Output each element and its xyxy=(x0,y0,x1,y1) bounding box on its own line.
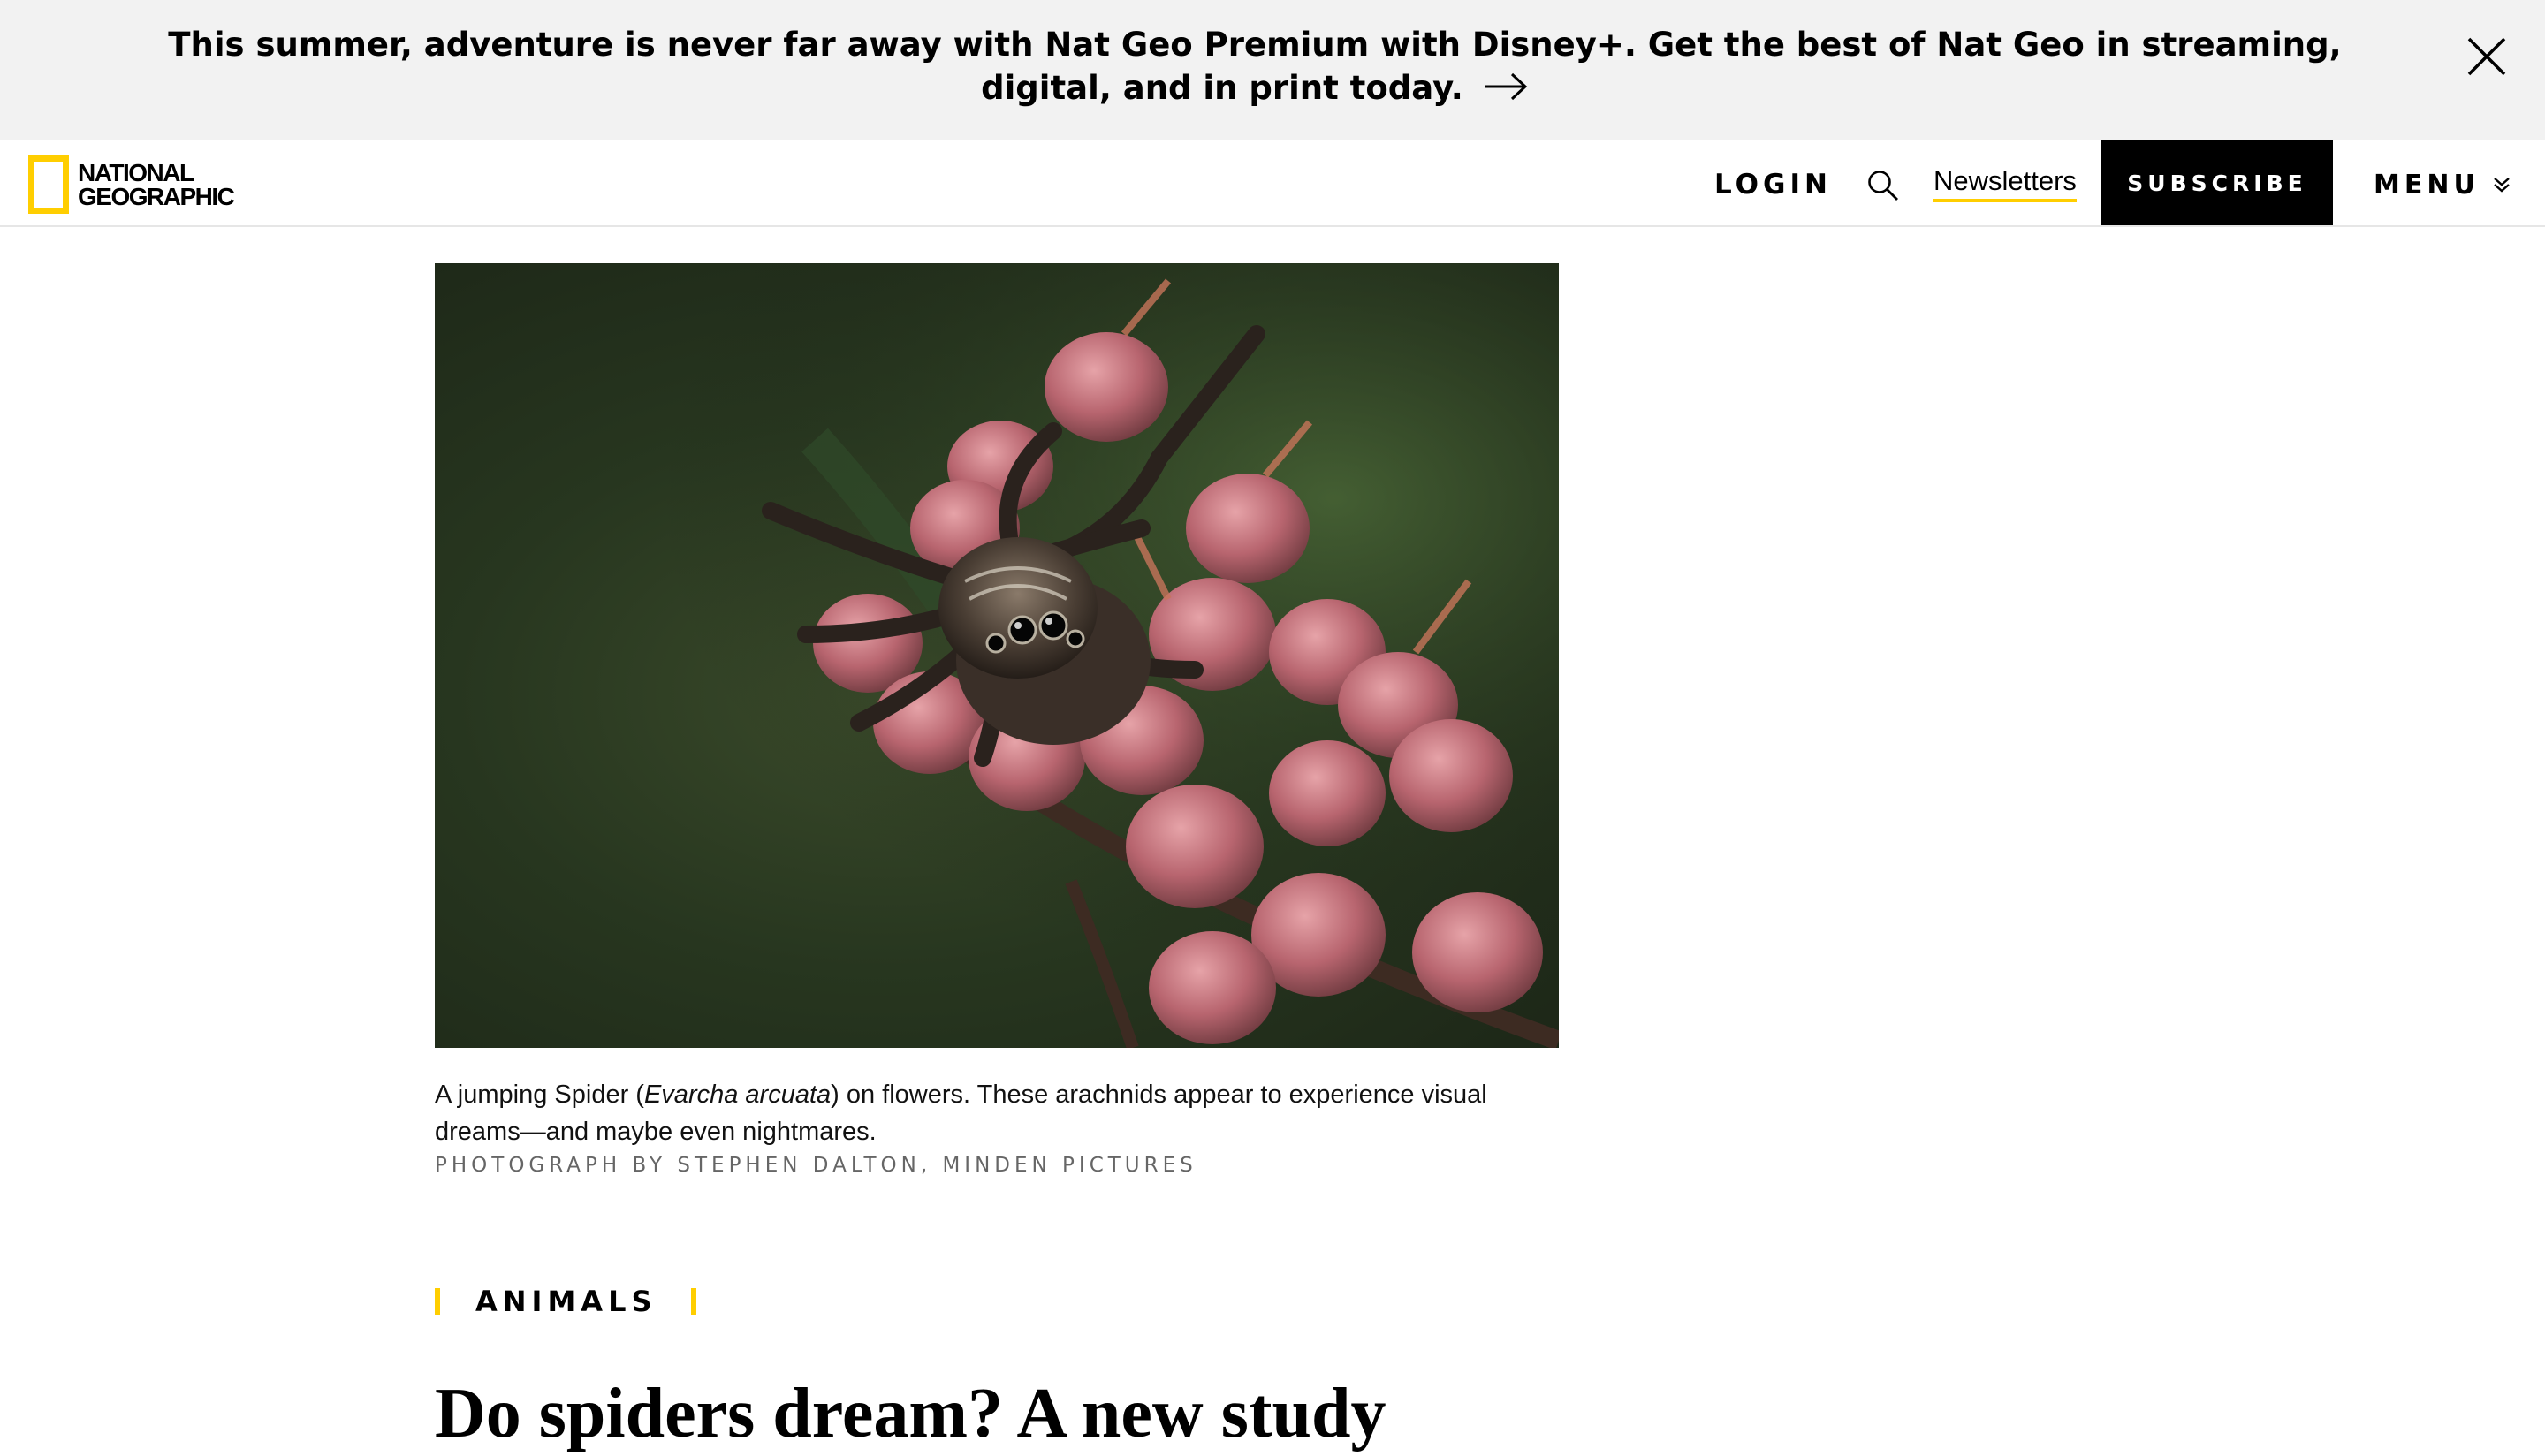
hero-image xyxy=(435,263,1559,1048)
close-icon[interactable] xyxy=(2465,35,2508,78)
spider-photo xyxy=(435,263,1559,1048)
article-headline: Do spiders dream? A new study xyxy=(435,1375,1386,1452)
natgeo-logo[interactable]: NATIONAL GEOGRAPHIC xyxy=(28,155,240,214)
caption-text-start: A jumping Spider ( xyxy=(435,1081,644,1109)
newsletters-link[interactable]: Newsletters xyxy=(1933,165,2077,202)
site-header: NATIONAL GEOGRAPHIC LOGIN Newsletters SU… xyxy=(0,140,2545,227)
promo-text[interactable]: This summer, adventure is never far away… xyxy=(168,26,2341,107)
section-tag-animals[interactable]: ANIMALS xyxy=(435,1285,696,1318)
menu-button[interactable]: MENU xyxy=(2374,167,2511,202)
logo-wordmark: NATIONAL GEOGRAPHIC xyxy=(78,159,235,210)
search-icon[interactable] xyxy=(1866,169,1900,202)
login-link[interactable]: LOGIN xyxy=(1714,169,1832,201)
tag-bar-right xyxy=(690,1288,696,1315)
section-label: ANIMALS xyxy=(475,1285,657,1318)
image-caption: A jumping Spider (Evarcha arcuata) on fl… xyxy=(435,1076,1566,1150)
promo-banner: This summer, adventure is never far away… xyxy=(0,0,2545,140)
yellow-border-logo-icon xyxy=(28,155,69,214)
chevron-down-icon xyxy=(2494,178,2510,193)
menu-label: MENU xyxy=(2374,169,2480,201)
arrow-right-icon[interactable] xyxy=(1483,72,1529,102)
subscribe-button[interactable]: SUBSCRIBE xyxy=(2101,140,2333,225)
caption-species: Evarcha arcuata xyxy=(643,1081,832,1109)
tag-bar-left xyxy=(435,1288,440,1315)
photo-credit: PHOTOGRAPH BY STEPHEN DALTON, MINDEN PIC… xyxy=(435,1154,1197,1177)
promo-message[interactable]: This summer, adventure is never far away… xyxy=(159,23,2351,110)
